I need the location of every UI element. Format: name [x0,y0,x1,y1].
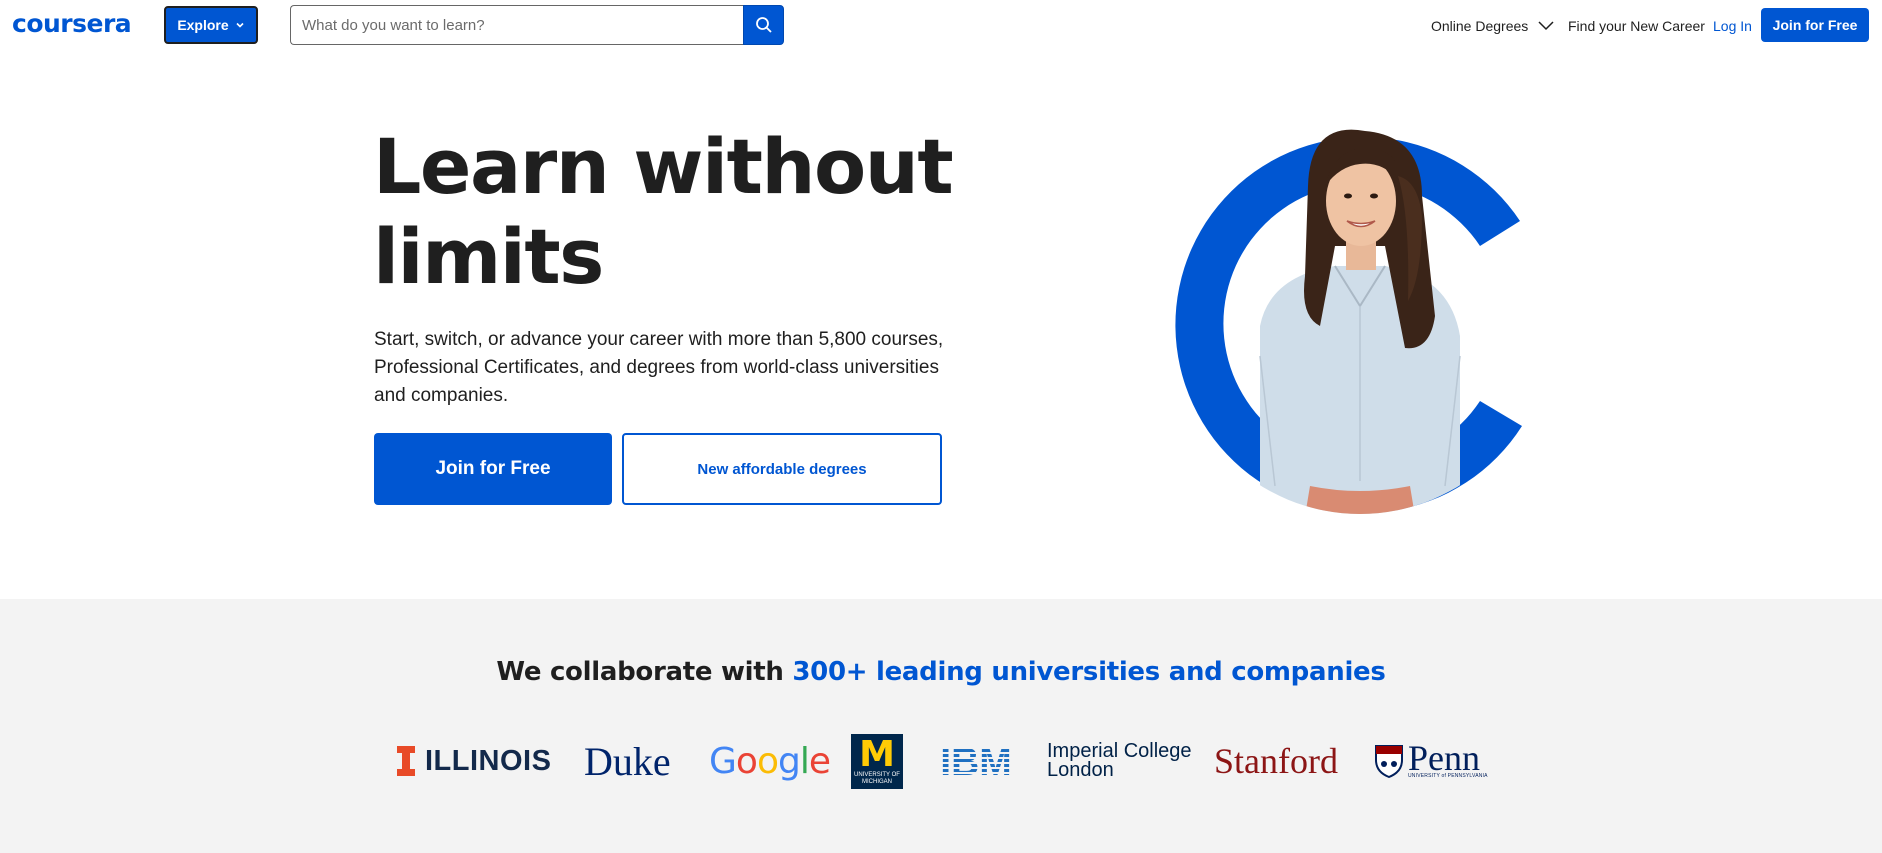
michigan-mark: M [859,733,895,775]
google-logo[interactable]: Google [709,731,831,791]
hero-person-illustration [1175,129,1522,514]
google-letter: o [756,740,779,782]
online-degrees-menu[interactable]: Online Degrees [1431,0,1554,52]
imperial-college-logo[interactable]: Imperial College London [1047,731,1192,791]
ibm-logo[interactable]: IBM [935,731,1017,791]
hero-title: Learn without limits [373,122,954,301]
search-bar [290,5,784,45]
duke-logo[interactable]: Duke [584,731,671,791]
find-career-link[interactable]: Find your New Career [1568,0,1705,52]
michigan-line1: UNIVERSITY OF [854,771,900,778]
partners-section: We collaborate with 300+ leading univers… [0,599,1882,853]
ibm-striped-logo: IBM [940,744,1012,778]
ibm-wordmark: IBM [940,744,1012,778]
partners-heading-link[interactable]: 300+ leading universities and companies [792,657,1386,687]
hero-subtitle: Start, switch, or advance your career wi… [374,329,944,406]
partners-heading-plain: We collaborate with [496,657,793,687]
explore-label: Explore [177,17,229,33]
michigan-logo[interactable]: M UNIVERSITY OF MICHIGAN [851,734,903,789]
illinois-logo[interactable]: ILLINOIS [397,731,551,791]
illinois-wordmark: ILLINOIS [425,744,552,777]
top-nav-bar: coursera Explore Online Degrees Find you… [0,0,1882,52]
imperial-line2: London [1047,759,1114,781]
google-letter: o [735,740,758,782]
login-link[interactable]: Log In [1713,0,1752,52]
coursera-logo[interactable]: coursera [12,9,132,38]
penn-shield-icon [1375,745,1403,778]
illinois-block-i-icon [397,746,415,776]
new-affordable-degrees-button[interactable]: New affordable degrees [622,433,942,505]
google-letter: e [808,740,831,782]
chevron-down-icon [236,22,244,28]
penn-wordmark: Penn [1408,738,1480,778]
partners-heading: We collaborate with 300+ leading univers… [0,657,1882,687]
join-for-free-header-button[interactable]: Join for Free [1761,8,1869,42]
chevron-down-icon [1538,21,1554,31]
search-button[interactable] [743,5,784,45]
penn-wordmark-group: Penn UNIVERSITY of PENNSYLVANIA [1408,738,1488,779]
join-for-free-button[interactable]: Join for Free [374,433,612,505]
explore-button[interactable]: Explore [164,6,258,44]
search-icon [755,17,772,33]
google-letter: g [777,740,801,782]
google-letter: l [799,740,810,782]
search-input[interactable] [290,5,743,45]
stanford-logo[interactable]: Stanford [1214,731,1338,791]
partner-logos: ILLINOIS Duke Google M UNIVERSITY OF MIC… [0,731,1882,791]
penn-subtitle: UNIVERSITY of PENNSYLVANIA [1408,773,1488,779]
penn-logo[interactable]: Penn UNIVERSITY of PENNSYLVANIA [1374,731,1488,791]
online-degrees-label: Online Degrees [1431,18,1529,34]
michigan-line2: MICHIGAN [862,778,892,785]
google-letter: G [709,740,737,782]
